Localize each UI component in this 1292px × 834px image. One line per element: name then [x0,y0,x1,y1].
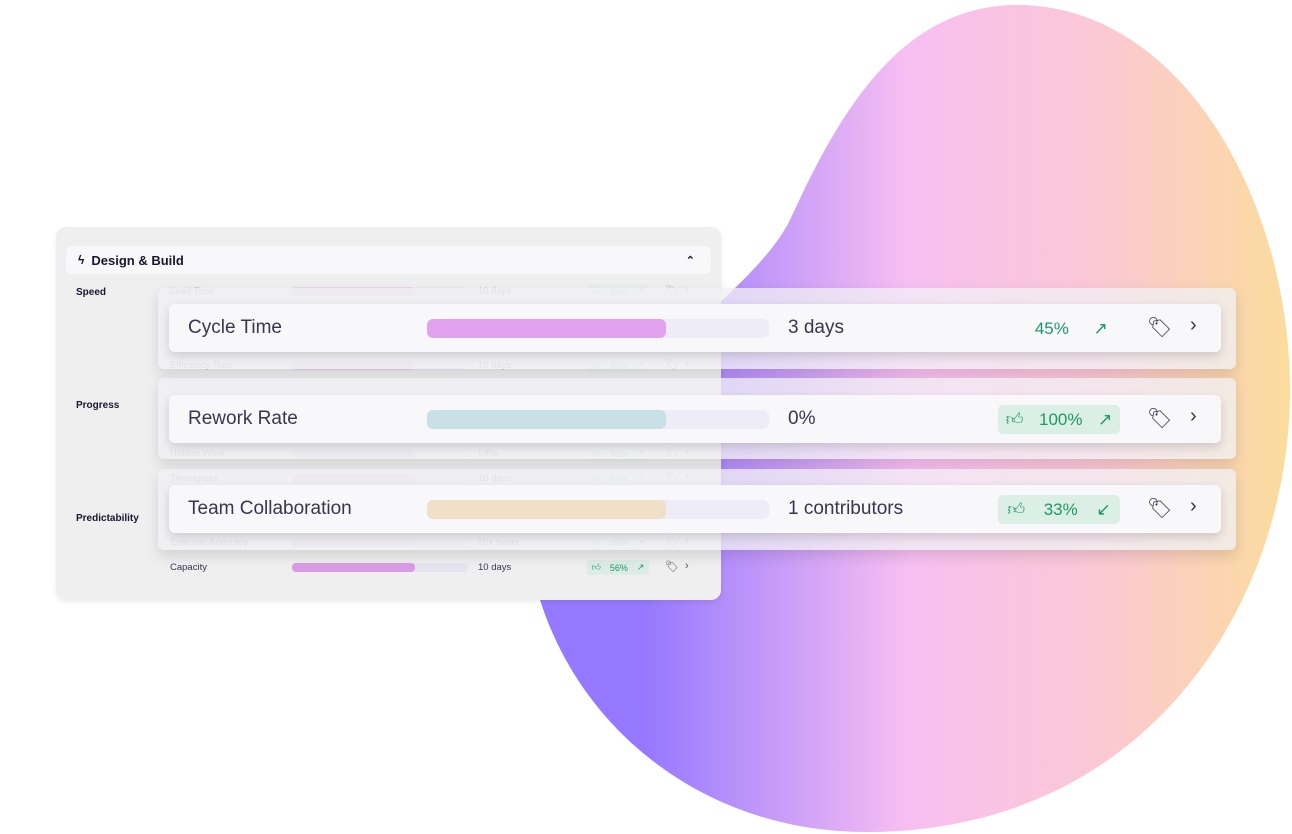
card-value: 3 days [788,317,844,338]
trend-arrow-icon: ↗ [1098,409,1113,429]
section-title: Design & Build [91,252,184,268]
progress-bar [427,410,769,429]
trend-arrow-icon: ↗ [1093,318,1108,338]
metric-row[interactable]: Capacity 10 days 👍︎ 56% ↗ 🏷︎ › [170,560,700,576]
progress-bar [427,319,769,338]
chevron-right-icon[interactable]: › [1190,314,1197,337]
trend-percent: 100% [1039,409,1083,429]
metric-value: 10 days [478,562,512,573]
progress-bar [292,563,468,572]
group-label: Predictability [76,513,139,524]
arrow-up-right-icon: ↗ [636,562,645,572]
thumbs-up-icon: 👍︎ [1005,410,1024,429]
thumbs-up-icon: 👍︎ [1007,500,1026,519]
progress-bar [427,500,769,519]
tag-icon[interactable]: 🏷︎ [1147,406,1172,431]
trend-badge: 👍︎ 33% ↙ [998,495,1120,524]
chevron-right-icon[interactable]: › [1190,405,1197,428]
card-title: Cycle Time [188,317,282,338]
card-value: 0% [788,408,816,429]
chevron-up-icon[interactable]: ⌃ [686,254,695,267]
chevron-right-icon[interactable]: › [685,560,689,572]
tag-icon[interactable]: 🏷︎ [1147,315,1172,340]
progress-fill [292,563,416,572]
chevron-right-icon[interactable]: › [1190,495,1197,518]
section-header[interactable]: ϟ Design & Build ⌃ [66,246,711,274]
trend-arrow-icon: ↙ [1096,499,1111,519]
progress-fill [427,500,667,519]
trend-percent: 56% [609,562,628,573]
card-value: 1 contributors [788,498,904,519]
metric-card[interactable]: Team Collaboration 1 contributors 👍︎ 33% ↙… [169,485,1221,533]
tag-icon[interactable]: 🏷︎ [665,560,679,573]
thumbs-up-icon: 👍︎ [591,562,601,572]
trend-percent: 33% [1043,499,1078,519]
metric-card[interactable]: Cycle Time 3 days 45% ↗ 🏷︎ › [169,304,1221,352]
tag-icon[interactable]: 🏷︎ [1147,496,1172,521]
trend-percent: 45% [1034,318,1069,338]
card-title: Team Collaboration [188,498,352,519]
trend-badge: 👍︎ 100% ↗ [998,405,1120,434]
bolt-icon: ϟ [78,253,85,267]
card-title: Rework Rate [188,408,298,429]
metric-card[interactable]: Rework Rate 0% 👍︎ 100% ↗ 🏷︎ › [169,395,1221,443]
progress-fill [427,410,667,429]
trend-badge: 45% ↗ [998,314,1120,343]
group-label: Progress [76,400,120,411]
progress-fill [427,319,667,338]
metric-label: Capacity [170,562,207,573]
group-label: Speed [76,287,107,298]
trend-badge: 👍︎ 56% ↗ [587,560,649,575]
